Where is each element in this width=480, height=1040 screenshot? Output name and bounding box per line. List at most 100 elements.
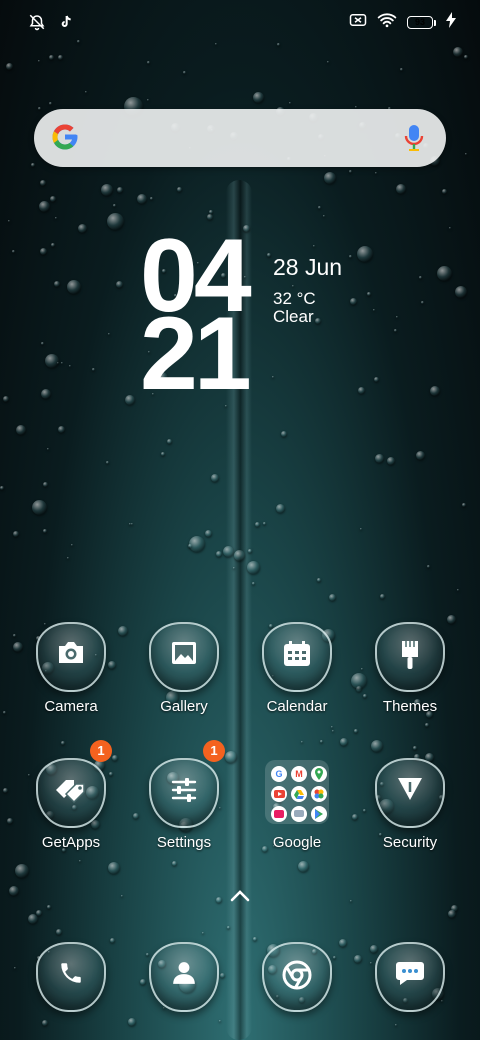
water-droplet xyxy=(101,184,113,196)
water-droplet xyxy=(167,439,172,444)
app-camera[interactable]: Camera xyxy=(16,622,126,715)
water-droplet xyxy=(7,818,13,824)
water-droplet xyxy=(71,544,73,546)
water-droplet xyxy=(367,292,371,296)
water-droplet xyxy=(215,43,217,45)
water-droplet xyxy=(39,201,50,212)
water-droplet xyxy=(43,482,48,487)
water-droplet xyxy=(421,301,424,304)
calendar-icon xyxy=(262,640,332,668)
water-droplet xyxy=(16,425,26,435)
water-droplet xyxy=(448,910,456,918)
water-droplet xyxy=(67,280,81,294)
water-droplet xyxy=(202,932,204,934)
water-droplet xyxy=(349,255,352,258)
water-droplet xyxy=(340,738,348,746)
water-droplet xyxy=(78,224,87,233)
dock-messages[interactable] xyxy=(355,942,465,1012)
weather-condition: Clear xyxy=(273,307,314,326)
weather-temperature: 32 °C xyxy=(273,289,316,308)
water-droplet xyxy=(227,926,230,929)
app-label: Camera xyxy=(44,698,98,715)
water-droplet xyxy=(41,342,44,345)
water-droplet xyxy=(253,937,257,941)
water-droplet xyxy=(395,1024,397,1026)
water-droplet xyxy=(69,365,71,367)
app-settings[interactable]: 1 Settings xyxy=(129,740,239,851)
app-getapps[interactable]: 1 GetApps xyxy=(16,740,126,851)
dock-chrome[interactable] xyxy=(242,942,352,1012)
water-droplet xyxy=(425,723,429,727)
water-droplet xyxy=(211,474,219,482)
water-droplet xyxy=(374,377,379,382)
water-droplet xyxy=(45,354,59,368)
google-g-icon xyxy=(50,122,80,157)
water-droplet xyxy=(85,91,87,93)
drive-icon xyxy=(291,786,307,802)
water-droplet xyxy=(12,250,15,253)
water-droplet xyxy=(449,227,451,229)
water-droplet xyxy=(358,387,365,394)
app-gallery[interactable]: Gallery xyxy=(129,622,239,715)
water-droplet xyxy=(49,55,54,60)
app-themes[interactable]: Themes xyxy=(355,622,465,715)
water-droplet xyxy=(442,189,447,194)
water-droplet xyxy=(38,107,41,110)
contacts-icon xyxy=(149,960,219,986)
water-droplet xyxy=(147,61,150,64)
alarm-off-icon xyxy=(28,13,46,36)
paintbrush-icon xyxy=(375,640,445,670)
water-droplet xyxy=(205,530,212,537)
app-security[interactable]: Security xyxy=(355,758,465,851)
water-droplet xyxy=(106,461,109,464)
water-droplet xyxy=(396,316,398,318)
water-droplet xyxy=(234,550,245,561)
water-droplet xyxy=(67,557,69,559)
clock-minute: 21 xyxy=(140,296,252,412)
notification-badge: 1 xyxy=(203,740,225,762)
water-droplet xyxy=(38,60,40,62)
water-droplet xyxy=(400,68,403,71)
water-droplet xyxy=(350,900,352,902)
dock-contacts[interactable] xyxy=(129,942,239,1012)
water-droplet xyxy=(360,528,362,530)
water-droplet xyxy=(387,457,395,465)
water-droplet xyxy=(58,55,63,60)
water-droplet xyxy=(419,276,422,279)
water-droplet xyxy=(31,163,35,167)
water-droplet xyxy=(252,582,255,585)
photos-icon xyxy=(311,786,327,802)
notification-badge: 1 xyxy=(90,740,112,762)
shield-arrow-icon xyxy=(375,776,445,802)
water-droplet xyxy=(267,253,271,257)
dock-phone[interactable] xyxy=(16,942,126,1012)
mic-icon[interactable] xyxy=(404,124,424,157)
google-folder-grid[interactable]: G M xyxy=(265,760,329,824)
chevron-up-icon[interactable] xyxy=(230,888,250,907)
water-droplet xyxy=(375,172,377,174)
water-droplet xyxy=(233,567,235,569)
weather-date: 28 Jun xyxy=(273,254,343,280)
water-droplet xyxy=(465,153,467,155)
water-droplet xyxy=(253,92,264,103)
water-droplet xyxy=(42,1020,48,1026)
water-droplet xyxy=(371,740,383,752)
water-droplet xyxy=(6,63,13,70)
water-droplet xyxy=(3,788,8,793)
app-label: Themes xyxy=(382,698,438,715)
water-droplet xyxy=(3,711,6,714)
clock-widget[interactable]: 04 21 xyxy=(140,224,260,412)
water-droplet xyxy=(223,546,234,557)
water-droplet xyxy=(56,929,62,935)
google-search-bar[interactable] xyxy=(34,109,446,167)
water-droplet xyxy=(216,897,222,903)
youtube-icon xyxy=(271,786,287,802)
app-label: Gallery xyxy=(160,698,208,715)
water-droplet xyxy=(313,245,315,247)
water-droplet xyxy=(51,243,55,247)
water-droplet xyxy=(350,298,357,305)
maps-icon xyxy=(311,766,327,782)
water-droplet xyxy=(315,318,321,324)
water-droplet xyxy=(28,914,38,924)
app-calendar[interactable]: Calendar xyxy=(242,622,352,715)
